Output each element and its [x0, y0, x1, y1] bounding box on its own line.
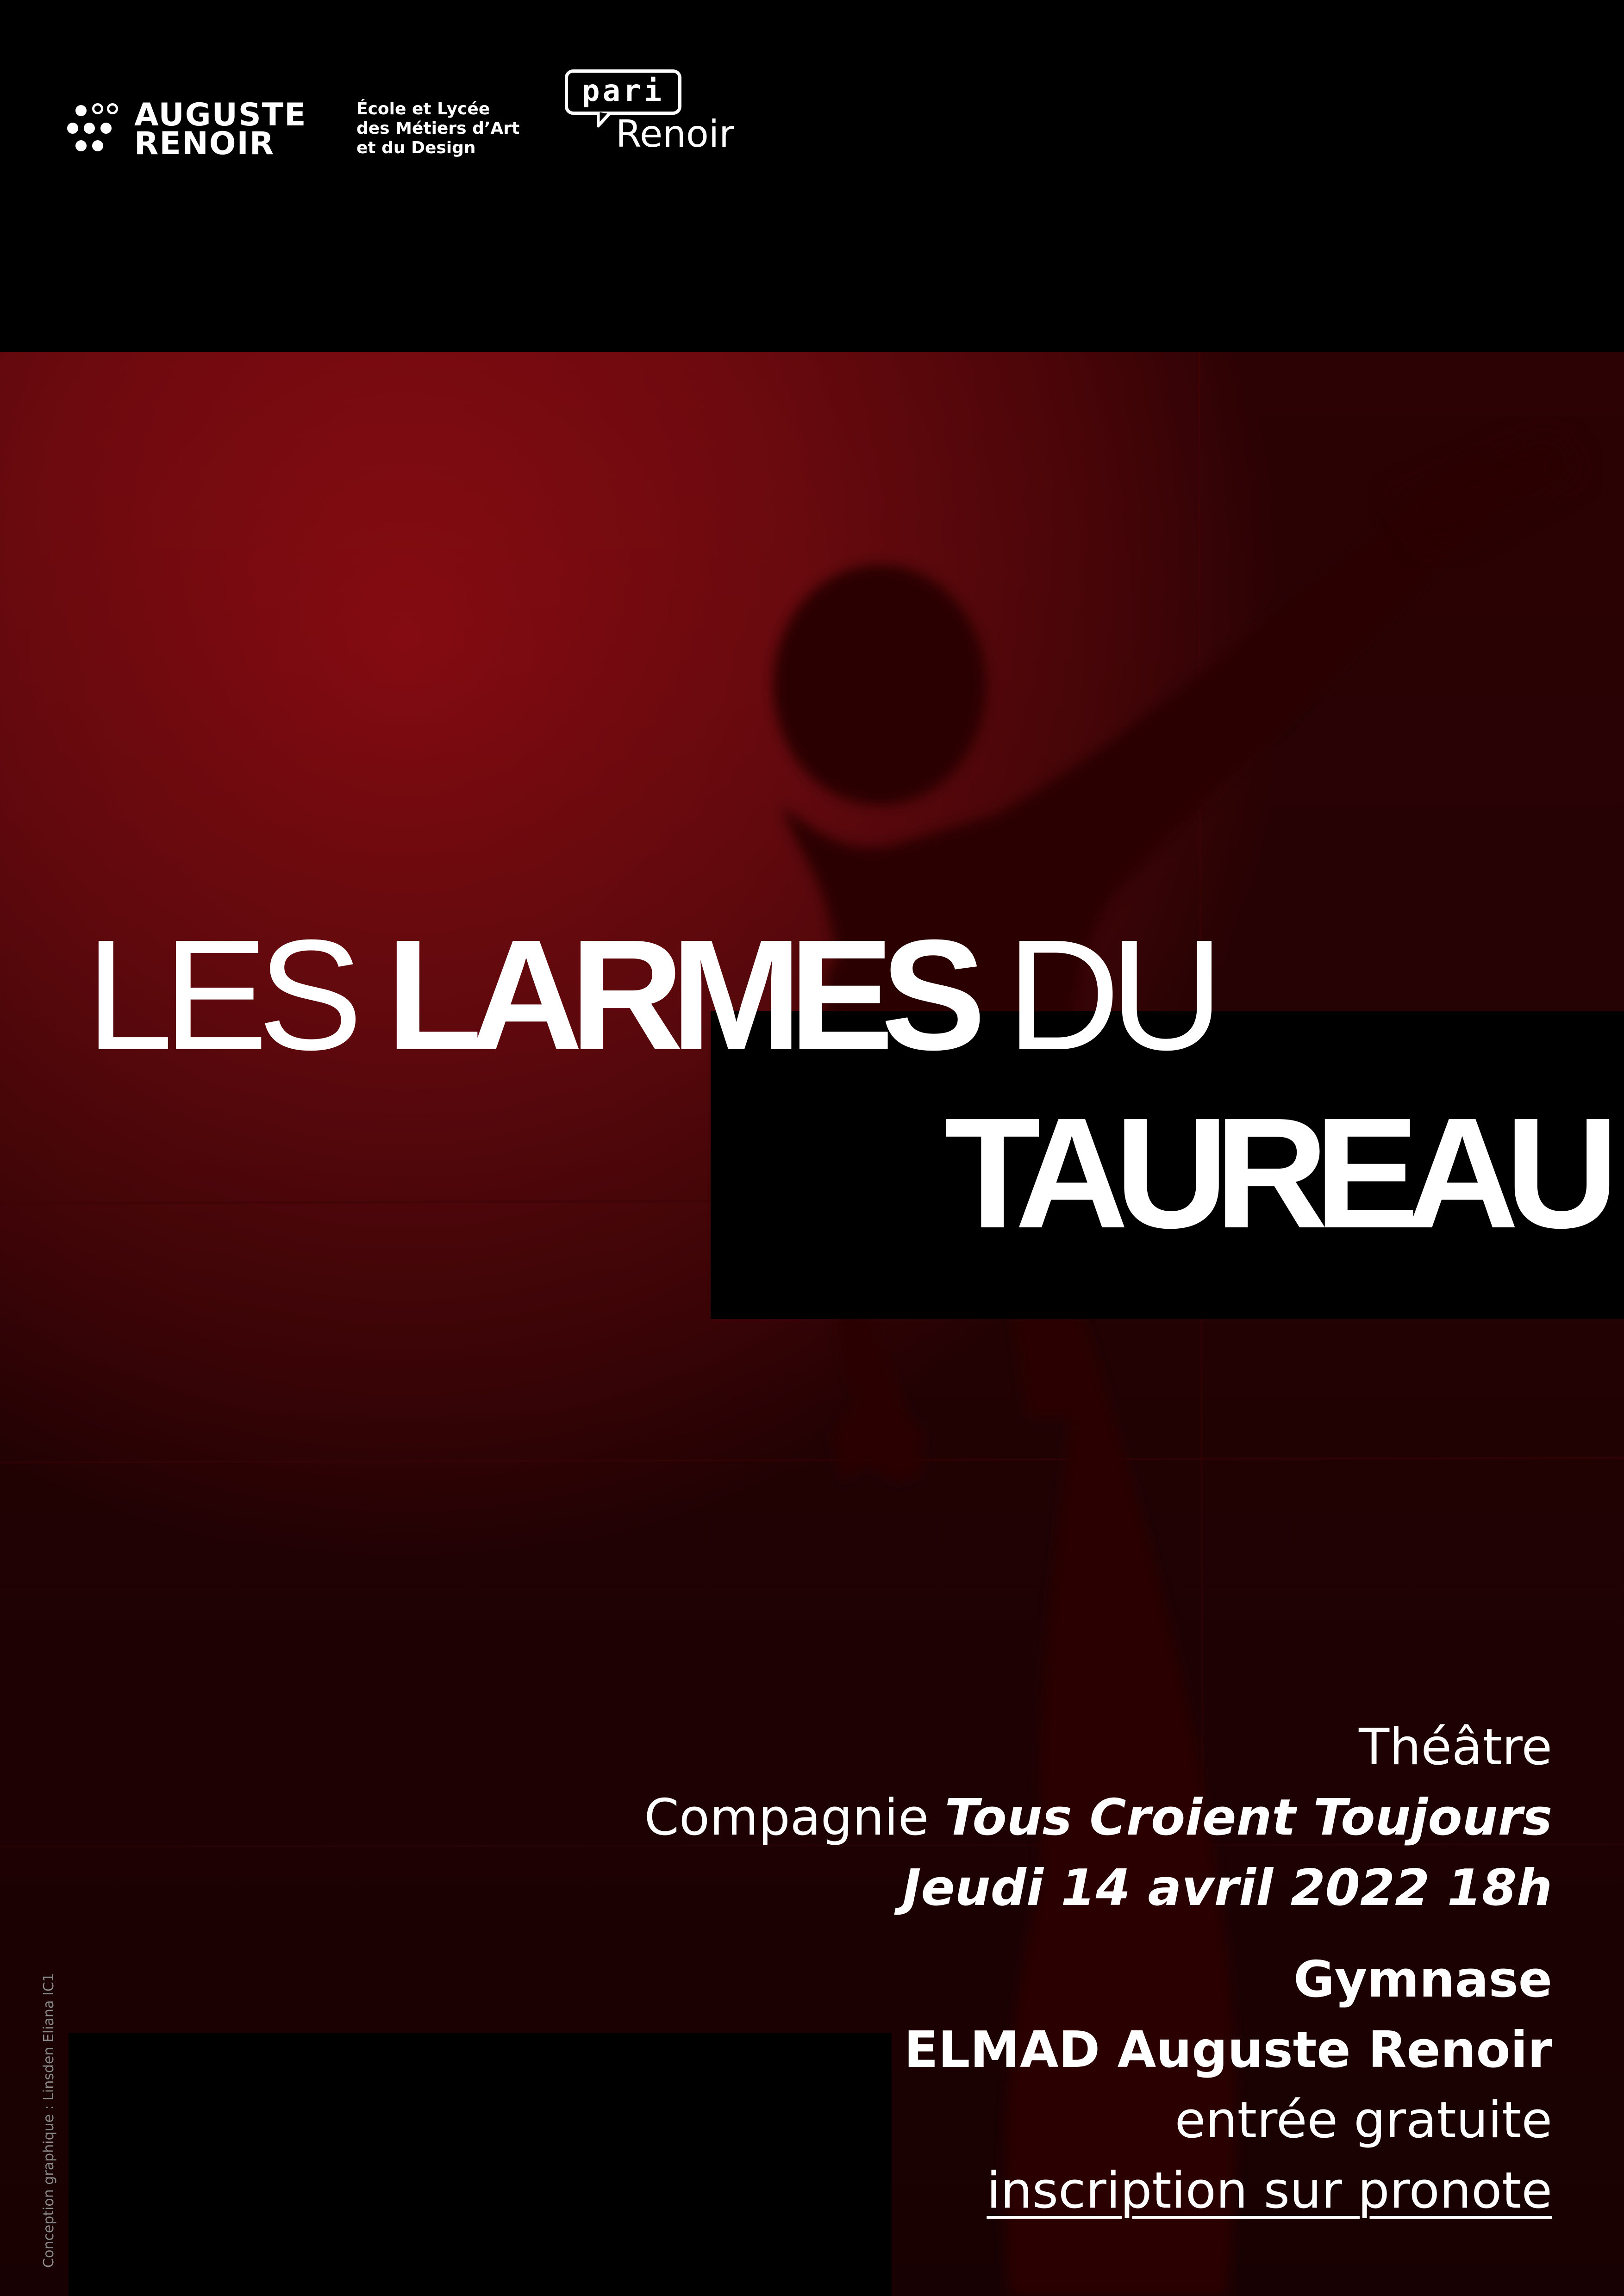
brand-subtitle-line: École et Lycée [356, 100, 490, 118]
title-word-du: DU [1006, 907, 1224, 1083]
brand-subtitle-line: des Métiers d’Art [356, 119, 520, 138]
brand-subtitle-line: et du Design [356, 138, 476, 157]
design-credit: Conception graphique : Linsden Eliana IC… [41, 1973, 57, 2268]
company-name: Tous Croient Toujours [944, 1789, 1552, 1847]
pari-renoir-word: Renoir [616, 112, 734, 156]
dots-logo-icon [67, 101, 118, 157]
title-line-1: LES LARMES DU [86, 916, 1224, 1074]
event-genre: Théâtre [1359, 1718, 1552, 1776]
title-word-larmes: LARMES [386, 907, 986, 1083]
title-word-taureau: TAUREAU [944, 1085, 1619, 1261]
brand-line-2: RENOIR [134, 125, 275, 162]
venue-line-2: ELMAD Auguste Renoir [904, 2021, 1552, 2079]
auguste-renoir-logo: AUGUSTE RENOIR École et Lycée des Métier… [67, 100, 519, 164]
pari-speech-bubble: pari [565, 69, 681, 115]
event-price: entrée gratuite [1174, 2091, 1552, 2149]
event-date: Jeudi 14 avril 2022 18h [902, 1859, 1552, 1917]
company-prefix: Compagnie [644, 1789, 929, 1847]
registration-link[interactable]: inscription sur pronote [441, 2156, 1552, 2226]
speech-tail-icon [597, 112, 611, 128]
header-band: AUGUSTE RENOIR École et Lycée des Métier… [0, 0, 1624, 352]
title-word-les: LES [86, 907, 363, 1083]
event-info: Théâtre Compagnie Tous Croient Toujours … [441, 1712, 1552, 2226]
pari-renoir-logo: pari Renoir [565, 69, 759, 171]
venue-line-1: Gymnase [1293, 1951, 1552, 2009]
brand-subtitle: École et Lycée des Métiers d’Art et du D… [356, 100, 519, 158]
event-company: Compagnie Tous Croient Toujours [441, 1783, 1552, 1853]
